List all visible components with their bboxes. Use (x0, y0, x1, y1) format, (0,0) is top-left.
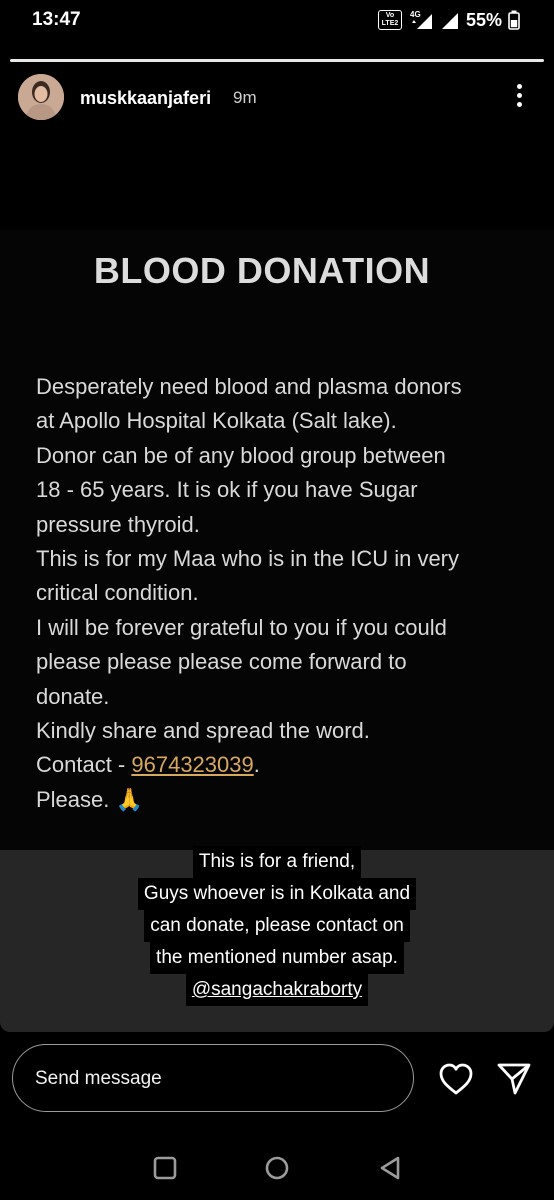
story-image[interactable]: BLOOD DONATION Desperately need blood an… (0, 230, 554, 850)
system-nav-bar (0, 1140, 554, 1200)
username[interactable]: muskkaanjaferi (80, 88, 211, 109)
caption-line: can donate, please contact on (144, 910, 410, 942)
more-vertical-icon[interactable] (514, 84, 524, 110)
status-icons: Vo LTE2 4G 55% (377, 8, 520, 32)
status-bar: 13:47 Vo LTE2 4G 55% (0, 0, 554, 44)
volte-icon: Vo LTE2 (377, 10, 402, 30)
post-line: 18 - 65 years. It is ok if you have Suga… (36, 477, 418, 503)
svg-text:4G: 4G (410, 10, 421, 19)
caption-mention-link[interactable]: @sangachakraborty (185, 974, 369, 1006)
battery-percent: 55% (465, 9, 502, 30)
story-progress-bar (10, 59, 544, 62)
contact-number-link[interactable]: 9674323039 (131, 752, 253, 777)
post-line: Desperately need blood and plasma donors (36, 374, 462, 399)
post-line: at Apollo Hospital Kolkata (Salt lake). (36, 408, 397, 434)
signal-icon (441, 13, 458, 29)
battery-icon (508, 10, 520, 30)
post-line: This is for my Maa who is in the ICU in … (36, 546, 460, 572)
nav-home-icon[interactable] (263, 1154, 291, 1182)
story-header: muskkaanjaferi 9m (18, 74, 538, 122)
post-line: pressure thyroid. (36, 511, 200, 537)
story-progress-fill (10, 59, 544, 62)
post-line: I will be forever grateful to you if you… (36, 614, 447, 640)
send-message-input[interactable]: Send message (12, 1044, 414, 1112)
avatar[interactable] (18, 74, 64, 120)
post-body: Desperately need blood and plasma donors… (36, 370, 536, 817)
post-line: please please please come forward to (36, 649, 407, 675)
heart-icon[interactable] (438, 1062, 474, 1096)
post-line: donate. (36, 683, 110, 709)
contact-prefix: Contact - (36, 752, 132, 778)
nav-recents-icon[interactable] (151, 1154, 179, 1182)
please-line: Please. 🙏 (36, 786, 143, 812)
send-icon[interactable] (496, 1060, 532, 1096)
post-line: critical condition. (36, 580, 199, 606)
status-time: 13:47 (32, 9, 81, 30)
contact-line: Contact - 9674323039. (36, 748, 536, 782)
send-message-placeholder: Send message (35, 1068, 162, 1089)
caption-line: the mentioned number asap. (150, 942, 404, 974)
post-line: Donor can be of any blood group between (36, 442, 446, 468)
signal-4g-icon: 4G (410, 10, 432, 29)
nav-back-icon[interactable] (376, 1154, 404, 1182)
contact-suffix: . (253, 752, 260, 778)
story-caption: This is for a friend, Guys whoever is in… (0, 846, 554, 1006)
story-time: 9m (233, 88, 257, 107)
caption-line: Guys whoever is in Kolkata and (137, 878, 417, 910)
post-title: BLOOD DONATION (93, 250, 431, 291)
post-line: Kindly share and spread the word. (36, 718, 370, 744)
caption-line: This is for a friend, (192, 846, 362, 878)
